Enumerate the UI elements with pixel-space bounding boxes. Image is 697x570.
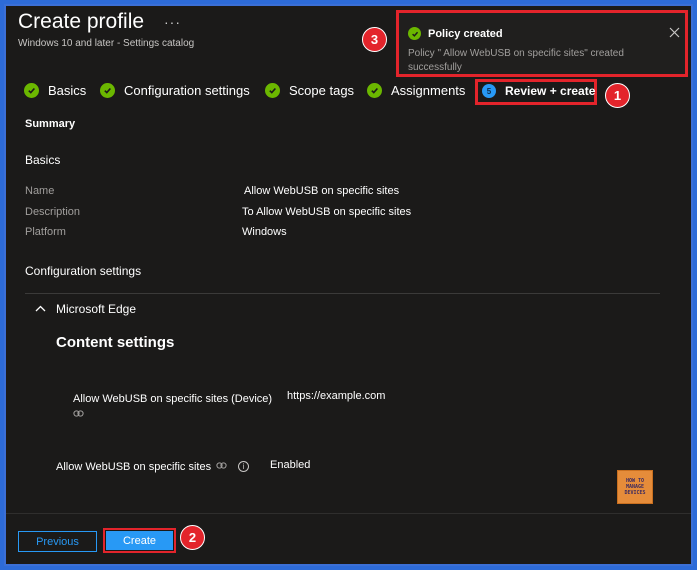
step-label: Assignments [391, 83, 466, 98]
callout-badge-3: 3 [362, 27, 387, 52]
page-title: Create profile [18, 10, 145, 33]
check-icon [265, 83, 280, 98]
setting-device-label: Allow WebUSB on specific sites (Device) [73, 393, 273, 405]
microsoft-edge-label: Microsoft Edge [56, 302, 137, 316]
more-options-icon[interactable]: ··· [164, 14, 181, 30]
check-icon [100, 83, 115, 98]
setting-device-value: https://example.com [287, 390, 386, 402]
summary-heading: Summary [25, 118, 76, 130]
toast-message: Policy " Allow WebUSB on specific sites"… [408, 48, 624, 73]
link-icon [216, 461, 227, 472]
step-number-icon: 5 [482, 84, 496, 98]
step-label: Configuration settings [124, 83, 250, 98]
step-label: Scope tags [289, 83, 355, 98]
policy-created-toast: Policy created Policy " Allow WebUSB on … [396, 10, 688, 77]
howto-manage-devices-logo: HOW TO MANAGE DEVICES [617, 470, 653, 504]
close-icon[interactable] [669, 25, 680, 41]
create-button[interactable]: Create [106, 531, 173, 550]
chevron-up-icon [35, 304, 46, 315]
footer-divider [6, 513, 691, 514]
check-icon [367, 83, 382, 98]
content-settings-heading: Content settings [56, 334, 175, 351]
step-label: Review + create [505, 84, 596, 98]
divider [25, 293, 660, 294]
step-assignments[interactable]: Assignments [367, 83, 465, 98]
toast-title: Policy created [428, 28, 503, 40]
link-icon [73, 409, 84, 420]
platform-value: Windows [242, 226, 287, 238]
microsoft-edge-group-toggle[interactable]: Microsoft Edge [35, 302, 136, 316]
callout-badge-2: 2 [180, 525, 205, 550]
platform-label: Platform [25, 226, 66, 238]
step-label: Basics [48, 83, 87, 98]
step-configuration-settings[interactable]: Configuration settings [100, 83, 250, 98]
success-check-icon [408, 27, 421, 40]
name-value: Allow WebUSB on specific sites [244, 185, 400, 197]
description-value: To Allow WebUSB on specific sites [242, 206, 412, 218]
name-label: Name [25, 185, 55, 197]
previous-button[interactable]: Previous [18, 531, 97, 552]
basics-heading: Basics [25, 153, 61, 167]
step-basics[interactable]: Basics [24, 83, 86, 98]
info-icon[interactable]: i [238, 461, 249, 472]
description-label: Description [25, 206, 81, 218]
setting-value: Enabled [270, 459, 311, 471]
callout-badge-1: 1 [605, 83, 630, 108]
step-review-create[interactable]: 5 Review + create [482, 84, 595, 98]
step-scope-tags[interactable]: Scope tags [265, 83, 354, 98]
check-icon [24, 83, 39, 98]
page-subtitle: Windows 10 and later - Settings catalog [18, 38, 195, 49]
setting-label: Allow WebUSB on specific sites [56, 461, 212, 473]
configuration-settings-heading: Configuration settings [25, 264, 142, 278]
